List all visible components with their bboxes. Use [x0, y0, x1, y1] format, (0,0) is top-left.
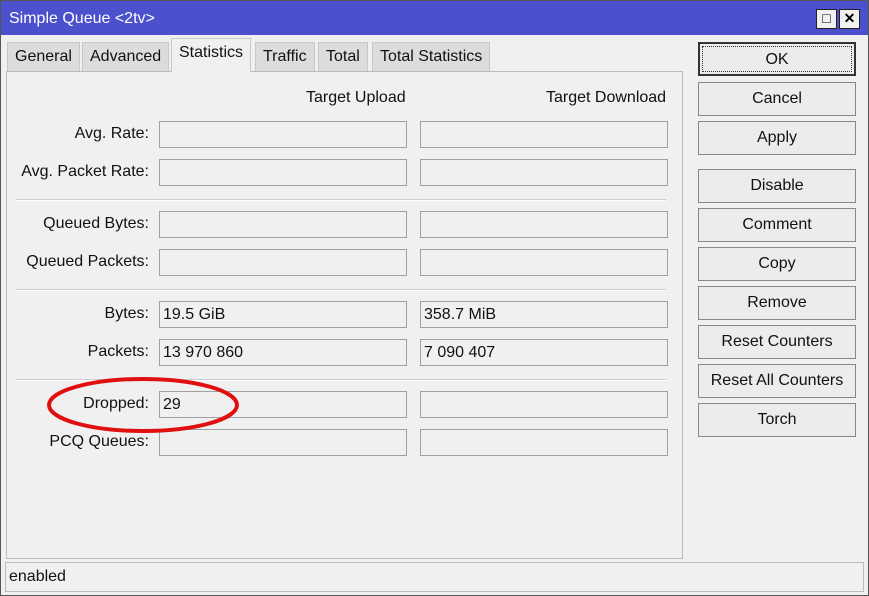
torch-button[interactable]: Torch: [698, 403, 856, 437]
tab-total[interactable]: Total: [318, 42, 368, 72]
queued-bytes-label: Queued Bytes:: [43, 215, 149, 232]
remove-button[interactable]: Remove: [698, 286, 856, 320]
target-upload-header: Target Upload: [306, 89, 406, 106]
cancel-button[interactable]: Cancel: [698, 82, 856, 116]
status-text: enabled: [9, 568, 66, 585]
tab-total-statistics[interactable]: Total Statistics: [372, 42, 491, 72]
reset-counters-button[interactable]: Reset Counters: [698, 325, 856, 359]
target-download-header: Target Download: [546, 89, 667, 106]
red-highlight-ellipse: [47, 377, 239, 433]
avg-rate-label: Avg. Rate:: [74, 125, 149, 142]
avg-rate-download-field[interactable]: [420, 121, 668, 148]
queued-packets-download-field[interactable]: [420, 249, 668, 276]
bytes-download-field[interactable]: 358.7 MiB: [420, 301, 668, 328]
title-bar[interactable]: Simple Queue <2tv>: [1, 1, 868, 35]
divider: [16, 199, 666, 201]
packets-label: Packets:: [87, 343, 149, 360]
queued-packets-upload-field[interactable]: [159, 249, 407, 276]
queued-packets-label: Queued Packets:: [26, 253, 149, 270]
bytes-label: Bytes:: [104, 305, 149, 322]
tab-advanced[interactable]: Advanced: [82, 42, 170, 72]
disable-button[interactable]: Disable: [698, 169, 856, 203]
status-bar: enabled: [5, 562, 864, 592]
pcq-queues-download-field[interactable]: [420, 429, 668, 456]
apply-button[interactable]: Apply: [698, 121, 856, 155]
maximize-icon[interactable]: □: [816, 9, 837, 29]
bytes-upload-field[interactable]: 19.5 GiB: [159, 301, 407, 328]
packets-upload-field[interactable]: 13 970 860: [159, 339, 407, 366]
dropped-download-field[interactable]: [420, 391, 668, 418]
tab-statistics[interactable]: Statistics: [171, 38, 252, 72]
tab-traffic[interactable]: Traffic: [255, 42, 315, 72]
avg-packet-rate-download-field[interactable]: [420, 159, 668, 186]
close-icon[interactable]: ✕: [839, 9, 860, 29]
window-title: Simple Queue <2tv>: [9, 10, 155, 27]
avg-packet-rate-label: Avg. Packet Rate:: [21, 163, 149, 180]
comment-button[interactable]: Comment: [698, 208, 856, 242]
avg-rate-upload-field[interactable]: [159, 121, 407, 148]
queued-bytes-download-field[interactable]: [420, 211, 668, 238]
divider: [16, 289, 666, 291]
packets-download-field[interactable]: 7 090 407: [420, 339, 668, 366]
copy-button[interactable]: Copy: [698, 247, 856, 281]
queued-bytes-upload-field[interactable]: [159, 211, 407, 238]
avg-packet-rate-upload-field[interactable]: [159, 159, 407, 186]
tab-general[interactable]: General: [7, 42, 80, 72]
reset-all-counters-button[interactable]: Reset All Counters: [698, 364, 856, 398]
simple-queue-window: Simple Queue <2tv> □ ✕ General Advanced …: [0, 0, 869, 596]
ok-button[interactable]: OK: [698, 42, 856, 76]
